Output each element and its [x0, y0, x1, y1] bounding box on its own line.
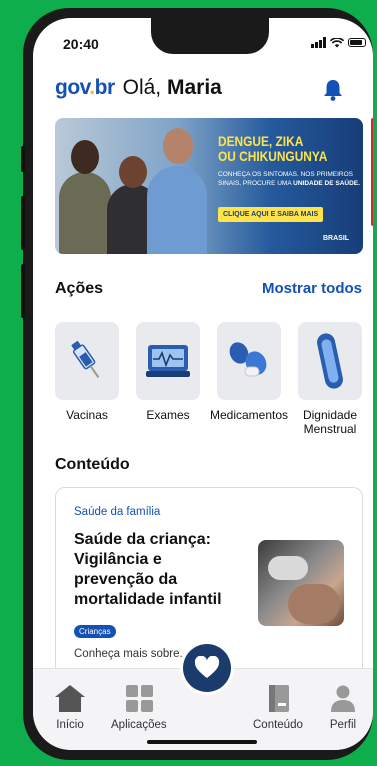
banner-text-line1: CONHEÇA OS SINTOMAS. NOS PRIMEIROS: [218, 171, 353, 178]
hand-shape: [288, 584, 340, 624]
card-image[interactable]: [258, 540, 344, 626]
action-label: Dignidade Menstrual: [303, 408, 357, 436]
next-banner-peek[interactable]: [371, 118, 373, 226]
action-tile: [136, 322, 200, 400]
volume-up-button: [21, 196, 25, 250]
content-book-icon: [268, 685, 289, 712]
notch: [151, 18, 269, 54]
content-title: Conteúdo: [55, 456, 130, 473]
logo-gov: gov: [55, 76, 90, 99]
tab-label: Perfil: [329, 719, 357, 731]
tab-inicio[interactable]: Início: [53, 683, 87, 731]
app-screen: 20:40 gov.br Olá, Maria DENGUE, ZIKA OU …: [33, 18, 373, 750]
banner-cta-button[interactable]: CLIQUE AQUI E SAIBA MAIS: [218, 207, 324, 222]
banner-title-line2: OU CHIKUNGUNYA: [218, 148, 328, 164]
banner-person-agent: [59, 172, 111, 254]
banner-person-head: [119, 156, 147, 188]
greeting: Olá, Maria: [123, 76, 222, 100]
banner-title: DENGUE, ZIKA OU CHIKUNGUNYA: [218, 134, 363, 164]
banner-person-head: [71, 140, 99, 174]
action-vacinas[interactable]: Vacinas: [55, 322, 119, 436]
action-tile: [55, 322, 119, 400]
header: gov.br Olá, Maria: [55, 76, 222, 100]
card-category[interactable]: Saúde da família: [74, 506, 160, 518]
action-label-line1: Dignidade: [302, 408, 358, 422]
home-indicator[interactable]: [147, 740, 257, 744]
tab-label: Início: [56, 719, 84, 731]
apps-grid-icon: [125, 685, 153, 712]
govbr-logo[interactable]: gov.br: [55, 76, 115, 100]
wifi-icon: [330, 37, 344, 47]
banner-text: CONHEÇA OS SINTOMAS. NOS PRIMEIROS SINAI…: [218, 170, 363, 188]
home-icon: [55, 685, 85, 712]
tab-conteudo[interactable]: Conteúdo: [253, 683, 303, 731]
medicine-pills-icon: [229, 342, 267, 377]
tab-perfil[interactable]: Perfil: [326, 683, 360, 731]
action-label: Exames: [146, 408, 190, 422]
mute-switch: [21, 146, 25, 172]
sanitary-pad-icon: [317, 333, 343, 389]
volume-down-button: [21, 264, 25, 318]
status-icons: [311, 37, 366, 48]
health-fab-button[interactable]: [183, 644, 231, 692]
card-tag[interactable]: Crianças: [74, 625, 116, 638]
campaign-banner[interactable]: DENGUE, ZIKA OU CHIKUNGUNYA CONHEÇA OS S…: [55, 118, 363, 254]
show-all-link[interactable]: Mostrar todos: [262, 280, 362, 297]
banner-brand: BRASIL: [323, 235, 350, 242]
banner-title-line1: DENGUE, ZIKA: [218, 133, 304, 149]
action-dignidade-menstrual[interactable]: Dignidade Menstrual: [298, 322, 362, 436]
status-time: 20:40: [63, 36, 99, 52]
signal-icon: [311, 37, 326, 48]
logo-br: br: [94, 76, 116, 99]
user-name: Maria: [166, 76, 222, 99]
banner-text-line2: SINAIS, PROCURE UMA: [218, 180, 292, 187]
tab-label: Conteúdo: [253, 719, 303, 731]
notification-bell-icon[interactable]: [322, 78, 344, 102]
banner-person-head: [163, 128, 193, 164]
exam-monitor-icon: [146, 345, 190, 377]
heart-icon: [194, 656, 220, 678]
action-exames[interactable]: Exames: [136, 322, 200, 436]
vaccine-icon: [71, 341, 100, 378]
action-label: Vacinas: [66, 408, 108, 422]
action-label-line2: Menstrual: [303, 422, 357, 436]
stethoscope-shape: [268, 556, 308, 580]
banner-text-bold: UNIDADE DE SAÚDE.: [293, 180, 360, 187]
card-title[interactable]: Saúde da criança: Vigilância e prevenção…: [74, 530, 244, 610]
battery-icon: [348, 38, 366, 47]
greeting-text: Olá,: [122, 76, 162, 99]
action-label: Medicamentos: [209, 408, 289, 422]
action-medicamentos[interactable]: Medicamentos: [210, 322, 288, 436]
action-tile: [217, 322, 281, 400]
banner-person-young-man: [147, 166, 207, 254]
tab-aplicacoes[interactable]: Aplicações: [111, 683, 167, 731]
tab-label: Aplicações: [111, 719, 167, 731]
action-tile: [298, 322, 362, 400]
profile-icon: [331, 685, 355, 712]
actions-list: Vacinas Exames Medicamentos Dignidade Me…: [55, 322, 362, 436]
actions-title: Ações: [55, 280, 104, 297]
